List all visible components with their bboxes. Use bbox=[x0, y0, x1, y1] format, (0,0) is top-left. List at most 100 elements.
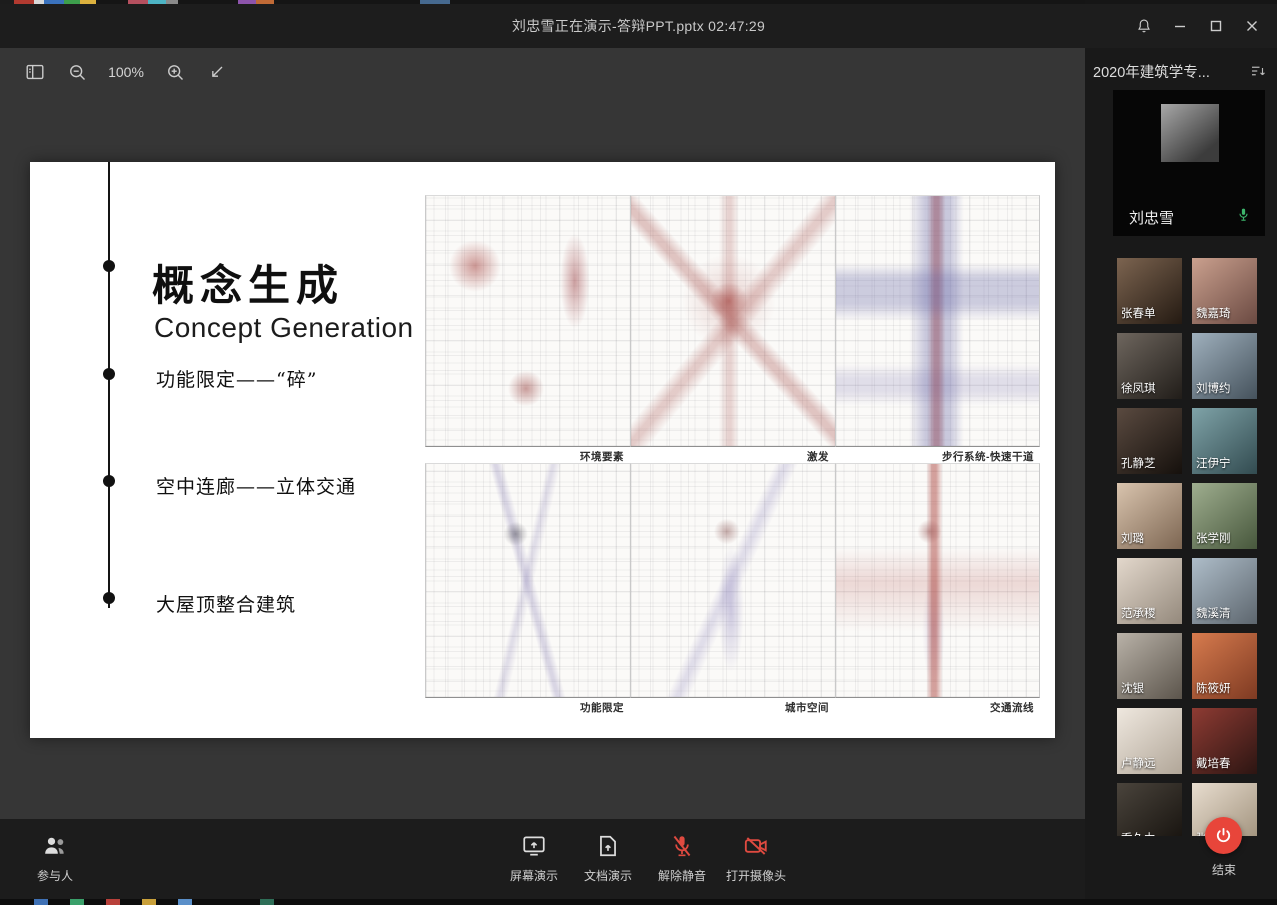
sidebar-header: 2020年建筑学专... bbox=[1093, 58, 1267, 84]
taskbar-strip bbox=[0, 899, 1277, 905]
minimize-button[interactable] bbox=[1165, 11, 1195, 41]
participant-sort-icon[interactable] bbox=[1249, 62, 1267, 80]
timeline-dot bbox=[103, 260, 115, 272]
open-camera-label: 打开摄像头 bbox=[726, 867, 786, 884]
participant-tile[interactable]: 陈筱妍 bbox=[1192, 633, 1257, 699]
participant-tile[interactable]: 刘博约 bbox=[1192, 333, 1257, 399]
participant-tile[interactable]: 刘璐 bbox=[1117, 483, 1182, 549]
participant-name: 沈银 bbox=[1121, 680, 1144, 696]
timeline-dot bbox=[103, 592, 115, 604]
maximize-button[interactable] bbox=[1201, 11, 1231, 41]
map-cell: 功能限定 bbox=[425, 463, 630, 714]
map-cell: 交通流线 bbox=[835, 463, 1040, 714]
participant-tile[interactable]: 魏嘉琦 bbox=[1192, 258, 1257, 324]
unmute-label: 解除静音 bbox=[658, 867, 706, 884]
screen: 刘忠雪正在演示-答辩PPT.pptx 02:47:29 10 bbox=[0, 0, 1277, 905]
slide: 概念生成 Concept Generation 功能限定——“碎” 空中连廊——… bbox=[30, 162, 1055, 738]
center-controls: 屏幕演示 文档演示 解除静音 bbox=[503, 832, 787, 884]
participant-name: 范承稷 bbox=[1121, 605, 1156, 621]
window-titlebar: 刘忠雪正在演示-答辩PPT.pptx 02:47:29 bbox=[0, 4, 1277, 48]
participant-name: 卢静远 bbox=[1121, 755, 1156, 771]
map-label: 功能限定 bbox=[425, 698, 630, 714]
open-camera-button[interactable]: 打开摄像头 bbox=[725, 832, 787, 884]
participant-name: 刘博约 bbox=[1196, 380, 1231, 396]
microphone-muted-icon bbox=[668, 832, 696, 860]
timeline-dot bbox=[103, 475, 115, 487]
participant-name: 张春单 bbox=[1121, 305, 1156, 321]
participants-button[interactable]: 参与人 bbox=[24, 832, 86, 884]
participant-name: 魏溪清 bbox=[1196, 605, 1231, 621]
participant-name: 戴培春 bbox=[1196, 755, 1231, 771]
notification-bell-icon[interactable] bbox=[1129, 11, 1159, 41]
screen-share-label: 屏幕演示 bbox=[510, 867, 558, 884]
slide-title-chinese: 概念生成 bbox=[152, 252, 344, 313]
participants-icon bbox=[41, 832, 69, 860]
participant-tile[interactable]: 张春单 bbox=[1117, 258, 1182, 324]
participant-tile[interactable]: 戴培春 bbox=[1192, 708, 1257, 774]
participant-tile[interactable]: 张学刚 bbox=[1192, 483, 1257, 549]
viewer-toolbar: 100% bbox=[22, 54, 230, 90]
participant-name: 刘璐 bbox=[1121, 530, 1144, 546]
participant-name: 徐凤琪 bbox=[1121, 380, 1156, 396]
participant-tile[interactable]: 汪伊宁 bbox=[1192, 408, 1257, 474]
annotation-arrow-icon[interactable] bbox=[204, 59, 230, 85]
map-diagram bbox=[425, 463, 630, 698]
map-cell: 步行系统-快速干道 bbox=[835, 195, 1040, 463]
participant-tile[interactable]: 魏溪清 bbox=[1192, 558, 1257, 624]
participant-tile[interactable]: 范承稷 bbox=[1117, 558, 1182, 624]
map-label: 城市空间 bbox=[630, 698, 835, 714]
camera-muted-icon bbox=[742, 832, 770, 860]
map-diagram bbox=[835, 195, 1040, 447]
participant-name: 汪伊宁 bbox=[1196, 455, 1231, 471]
screen-share-icon bbox=[520, 832, 548, 860]
map-diagram bbox=[630, 195, 835, 447]
meeting-title: 2020年建筑学专... bbox=[1093, 61, 1210, 82]
timeline-dot bbox=[103, 368, 115, 380]
zoom-in-icon[interactable] bbox=[162, 59, 188, 85]
document-share-label: 文档演示 bbox=[584, 867, 632, 884]
zoom-level: 100% bbox=[106, 64, 146, 80]
slide-bullet: 大屋顶整合建筑 bbox=[156, 590, 296, 617]
participants-label: 参与人 bbox=[37, 867, 73, 884]
map-label: 步行系统-快速干道 bbox=[835, 447, 1040, 463]
close-button[interactable] bbox=[1237, 11, 1267, 41]
map-label: 环境要素 bbox=[425, 447, 630, 463]
participant-tile[interactable]: 徐凤琪 bbox=[1117, 333, 1182, 399]
end-meeting-label: 结束 bbox=[1189, 861, 1259, 878]
unmute-button[interactable]: 解除静音 bbox=[651, 832, 713, 884]
map-label: 激发 bbox=[630, 447, 835, 463]
map-label: 交通流线 bbox=[835, 698, 1040, 714]
meeting-control-bar: 参与人 屏幕演示 文档演示 bbox=[0, 819, 1085, 899]
map-diagram bbox=[835, 463, 1040, 698]
presenter-avatar bbox=[1161, 104, 1219, 162]
presenter-mic-icon bbox=[1236, 206, 1251, 228]
map-diagram bbox=[630, 463, 835, 698]
slide-bullet: 空中连廊——立体交通 bbox=[156, 472, 356, 499]
participants-sidebar: 2020年建筑学专... 刘忠雪 张春单 魏嘉琦 徐凤琪 刘博约 孔静芝 bbox=[1085, 48, 1277, 899]
end-meeting-area: 结束 bbox=[1085, 817, 1277, 899]
map-cell: 城市空间 bbox=[630, 463, 835, 714]
slide-bullet: 功能限定——“碎” bbox=[156, 365, 317, 392]
zoom-out-icon[interactable] bbox=[64, 59, 90, 85]
window-title: 刘忠雪正在演示-答辩PPT.pptx 02:47:29 bbox=[512, 16, 765, 36]
participant-name: 陈筱妍 bbox=[1196, 680, 1231, 696]
map-grid: 环境要素 激发 步行系统-快速干道 功能限定 城市空间 交通流线 bbox=[425, 195, 1040, 714]
screen-share-button[interactable]: 屏幕演示 bbox=[503, 832, 565, 884]
participant-tile[interactable]: 孔静芝 bbox=[1117, 408, 1182, 474]
slide-title-english: Concept Generation bbox=[154, 312, 414, 344]
participant-tile[interactable]: 沈银 bbox=[1117, 633, 1182, 699]
participant-name: 张学刚 bbox=[1196, 530, 1231, 546]
end-meeting-button[interactable] bbox=[1205, 817, 1242, 854]
participant-name: 魏嘉琦 bbox=[1196, 305, 1231, 321]
participant-grid: 张春单 魏嘉琦 徐凤琪 刘博约 孔静芝 汪伊宁 刘璐 张学刚 范承稷 魏溪清 沈… bbox=[1117, 258, 1259, 836]
map-cell: 环境要素 bbox=[425, 195, 630, 463]
document-share-button[interactable]: 文档演示 bbox=[577, 832, 639, 884]
document-share-icon bbox=[594, 832, 622, 860]
presentation-area: 100% 概念生成 Concept Generation 功能限定——“碎” 空… bbox=[0, 48, 1085, 899]
participant-name: 孔静芝 bbox=[1121, 455, 1156, 471]
participant-tile[interactable]: 卢静远 bbox=[1117, 708, 1182, 774]
map-diagram bbox=[425, 195, 630, 447]
window-controls bbox=[1129, 4, 1267, 48]
presenter-tile[interactable]: 刘忠雪 bbox=[1113, 90, 1265, 236]
sidebar-toggle-icon[interactable] bbox=[22, 59, 48, 85]
